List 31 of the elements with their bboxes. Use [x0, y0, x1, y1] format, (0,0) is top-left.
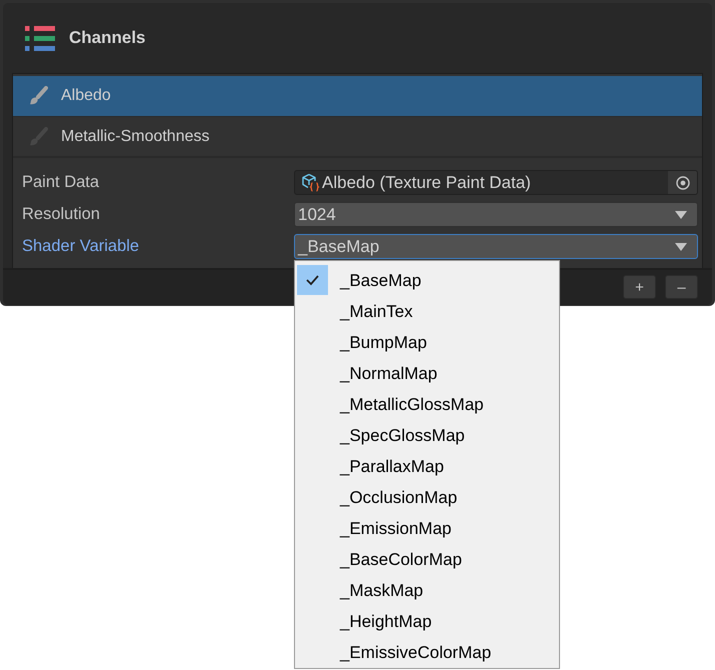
channel-item[interactable]: Albedo	[13, 76, 702, 116]
field-label: Shader Variable	[22, 237, 140, 256]
menu-item[interactable]: _BumpMap	[295, 327, 559, 358]
menu-item[interactable]: _OcclusionMap	[295, 482, 559, 513]
list-icon	[25, 26, 55, 50]
menu-item[interactable]: _HeightMap	[295, 606, 559, 637]
menu-item[interactable]: _BaseColorMap	[295, 544, 559, 575]
caret-icon	[675, 210, 687, 218]
check-icon	[297, 265, 328, 295]
menu-item[interactable]: _EmissiveColorMap	[295, 637, 559, 668]
field-label: Paint Data	[22, 173, 100, 192]
dropdown[interactable]: 1024	[294, 202, 698, 227]
menu-item[interactable]: _ParallaxMap	[295, 451, 559, 482]
menu-item[interactable]: _EmissionMap	[295, 513, 559, 544]
menu-item[interactable]: _MetallicGlossMap	[295, 389, 559, 420]
target-icon	[676, 176, 690, 190]
menu-item[interactable]: _SpecGlossMap	[295, 420, 559, 451]
menu-item[interactable]: _NormalMap	[295, 358, 559, 389]
paintbrush-icon	[28, 86, 48, 106]
field-label: Resolution	[22, 205, 101, 224]
object-picker-button[interactable]	[668, 171, 697, 194]
menu-item[interactable]: _BaseMap	[295, 265, 559, 296]
add-button[interactable]: +	[623, 275, 656, 299]
object-field[interactable]: Albedo (Texture Paint Data)	[294, 170, 698, 195]
menu-item[interactable]: _MainTex	[295, 296, 559, 327]
remove-button[interactable]: –	[665, 275, 698, 299]
panel-title: Channels	[69, 28, 146, 48]
caret-icon	[675, 242, 687, 250]
dropdown[interactable]: _BaseMap	[294, 234, 698, 259]
menu-item[interactable]: _MaskMap	[295, 575, 559, 606]
scriptable-object-icon	[301, 173, 320, 192]
